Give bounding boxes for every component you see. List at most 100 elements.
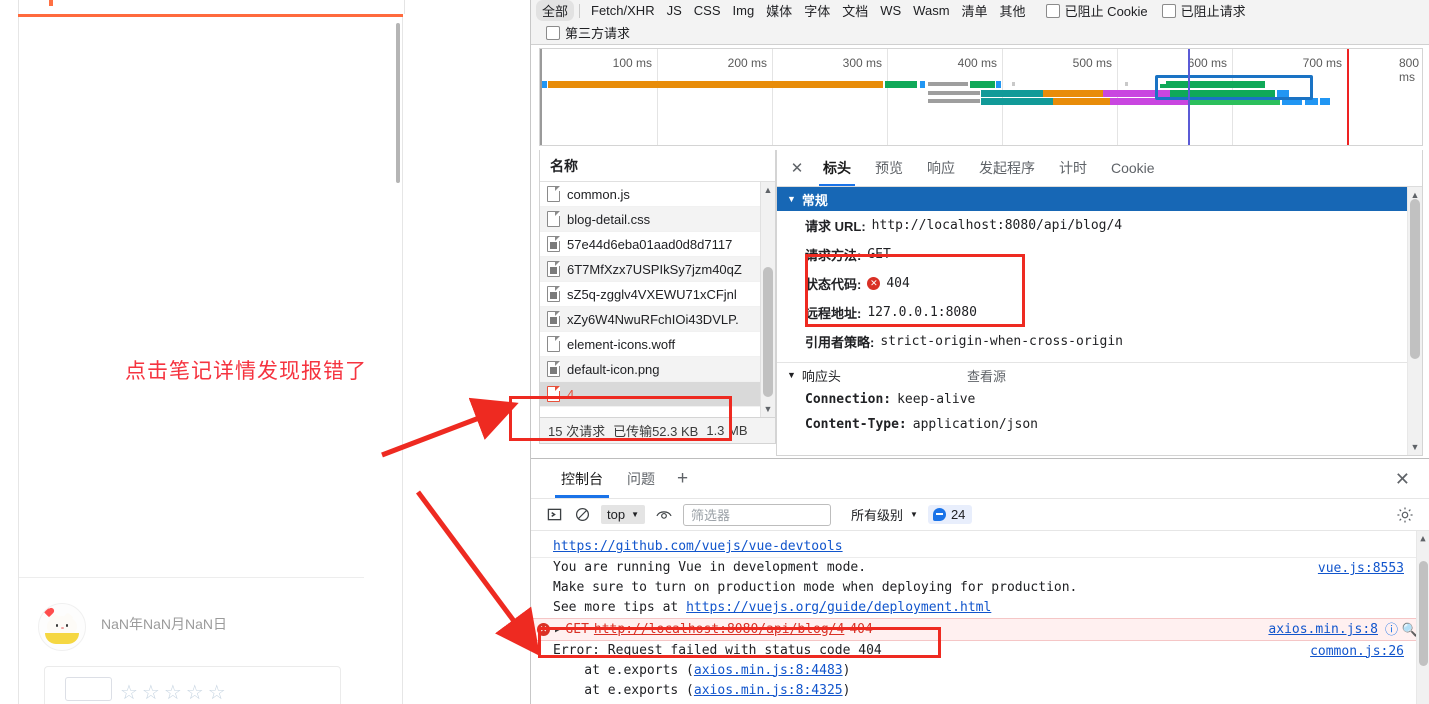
header-row-request-url: 请求 URL: http://localhost:8080/api/blog/4 — [777, 211, 1422, 240]
network-filter-ws[interactable]: WS — [874, 2, 907, 19]
table-row[interactable]: sZ5q-zgglv4VXEWU71xCFjnl — [540, 282, 775, 307]
detail-tab-strip: ✕ 标头 预览 响应 发起程序 计时 Cookie — [777, 150, 1422, 187]
log-url[interactable]: http://localhost:8080/api/blog/4 — [594, 621, 844, 639]
header-key: Connection: — [805, 392, 892, 407]
network-request-list[interactable]: 名称 common.js blog-detail.css 57e44d6eba0… — [539, 150, 776, 418]
network-filter-doc[interactable]: 文档 — [836, 0, 874, 21]
context-selector[interactable]: top ▼ — [601, 505, 645, 524]
table-row[interactable]: common.js — [540, 182, 775, 207]
rating-box: ☆☆☆☆☆ — [44, 666, 341, 704]
scroll-down-icon[interactable]: ▼ — [762, 403, 774, 415]
scrollbar-thumb[interactable] — [1419, 561, 1428, 666]
message-count: 24 — [950, 507, 966, 522]
tab-headers[interactable]: 标头 — [811, 150, 863, 186]
tab-initiator[interactable]: 发起程序 — [967, 150, 1047, 186]
header-value: application/json — [912, 417, 1038, 432]
console-scrollbar[interactable]: ▲ — [1416, 531, 1429, 704]
header-value: 127.0.0.1:8080 — [867, 305, 977, 320]
scrollbar-thumb[interactable] — [1410, 199, 1420, 359]
tab-cookie[interactable]: Cookie — [1099, 150, 1167, 186]
blocked-cookies-checkbox[interactable]: 已阻止 Cookie — [1045, 1, 1148, 20]
live-expression-icon[interactable] — [655, 506, 673, 524]
scrollbar-thumb[interactable] — [763, 267, 773, 397]
network-overview-timeline[interactable]: 100 ms 200 ms 300 ms 400 ms 500 ms 600 m… — [539, 48, 1423, 146]
tab-console[interactable]: 控制台 — [549, 459, 615, 498]
log-source-link[interactable]: axios.min.js:8 — [1268, 621, 1378, 639]
general-section-header[interactable]: ▼ 常规 — [777, 187, 1422, 211]
close-drawer-icon[interactable]: ✕ — [1395, 469, 1410, 490]
network-filter-media[interactable]: 媒体 — [760, 0, 798, 21]
request-list-scrollbar[interactable]: ▲ ▼ — [760, 182, 775, 417]
network-filter-all[interactable]: 全部 — [536, 0, 575, 21]
deployment-link[interactable]: https://vuejs.org/guide/deployment.html — [686, 600, 991, 615]
console-filter-input[interactable]: 筛选器 — [683, 503, 831, 526]
network-filter-manifest[interactable]: 清单 — [956, 0, 994, 21]
request-name: default-icon.png — [567, 361, 660, 377]
clear-console-icon[interactable] — [573, 506, 591, 524]
timeline-tick-800ms: 800 ms — [1398, 56, 1419, 84]
request-name: 4 — [567, 386, 575, 402]
annotation-text: 点击笔记详情发现报错了 — [125, 360, 367, 383]
header-value: 404 — [886, 276, 910, 291]
tab-response[interactable]: 响应 — [915, 150, 967, 186]
devtools-link[interactable]: https://github.com/vuejs/vue-devtools — [553, 539, 843, 554]
blocked-requests-checkbox[interactable]: 已阻止请求 — [1161, 1, 1246, 20]
third-party-checkbox[interactable]: 第三方请求 — [546, 23, 630, 42]
network-filter-js[interactable]: JS — [661, 2, 688, 19]
log-source-link[interactable]: vue.js:8553 — [1318, 560, 1404, 578]
header-key: 状态代码: — [805, 277, 862, 292]
log-row-error[interactable]: ✕ ▶ GET http://localhost:8080/api/blog/4… — [531, 618, 1429, 641]
console-log-area[interactable]: https://github.com/vuejs/vue-devtools Yo… — [531, 531, 1429, 704]
expand-triangle-icon[interactable]: ▶ — [555, 621, 560, 639]
table-row-selected[interactable]: 4 — [540, 382, 775, 407]
checkbox-icon[interactable] — [1045, 3, 1060, 18]
log-source-link[interactable]: common.js:26 — [1310, 643, 1404, 661]
table-row[interactable]: 57e44d6eba01aad0d8d7117 — [540, 232, 775, 257]
request-list-header: 名称 — [540, 150, 775, 182]
log-row[interactable]: https://github.com/vuejs/vue-devtools — [531, 537, 1429, 557]
detail-scrollbar[interactable]: ▲ ▼ — [1407, 187, 1422, 455]
image-file-icon — [547, 361, 560, 377]
network-filter-wasm[interactable]: Wasm — [907, 2, 955, 19]
info-icon[interactable]: ⓘ — [1385, 622, 1398, 640]
tab-issues[interactable]: 问题 — [615, 459, 667, 498]
sidebar-toggle-icon[interactable] — [545, 506, 563, 524]
stack-link-2[interactable]: axios.min.js:8:4325 — [694, 683, 843, 698]
network-filter-font[interactable]: 字体 — [798, 0, 836, 21]
network-filter-fetchxhr[interactable]: Fetch/XHR — [585, 2, 661, 19]
table-row[interactable]: element-icons.woff — [540, 332, 775, 357]
close-icon[interactable]: ✕ — [783, 154, 811, 182]
log-level-selector[interactable]: 所有级别 ▼ — [851, 505, 918, 524]
request-name: sZ5q-zgglv4VXEWU71xCFjnl — [567, 286, 737, 302]
error-icon: ✕ — [867, 277, 881, 290]
scroll-up-icon[interactable]: ▲ — [1417, 533, 1429, 545]
table-row[interactable]: default-icon.png — [540, 357, 775, 382]
gear-icon[interactable] — [1396, 506, 1414, 524]
response-headers-section[interactable]: ▼ 响应头 查看源 — [777, 363, 1422, 387]
checkbox-icon[interactable] — [1161, 3, 1176, 18]
network-filter-css[interactable]: CSS — [688, 2, 727, 19]
view-source-link[interactable]: 查看源 — [967, 366, 1006, 385]
stack-link-1[interactable]: axios.min.js:8:4483 — [694, 663, 843, 678]
table-row[interactable]: xZy6W4NwuRFchIOi43DVLP. — [540, 307, 775, 332]
rating-input[interactable] — [65, 677, 112, 701]
scroll-down-icon[interactable]: ▼ — [1409, 441, 1421, 453]
log-line-2: Make sure to turn on production mode whe… — [553, 580, 1078, 595]
star-rating-icon[interactable]: ☆☆☆☆☆ — [120, 680, 230, 704]
add-tab-icon[interactable]: + — [677, 468, 688, 490]
network-filter-other[interactable]: 其他 — [994, 0, 1032, 21]
header-key: Content-Type: — [805, 417, 907, 432]
table-row[interactable]: blog-detail.css — [540, 207, 775, 232]
scroll-up-icon[interactable]: ▲ — [762, 184, 774, 196]
tab-preview[interactable]: 预览 — [863, 150, 915, 186]
page-scrollbar[interactable] — [396, 23, 400, 183]
message-count-badge[interactable]: 24 — [927, 505, 973, 524]
table-row[interactable]: 6T7MfXzx7USPIkSy7jzm40qZ — [540, 257, 775, 282]
log-method: GET — [565, 621, 589, 637]
checkbox-icon[interactable] — [546, 25, 560, 40]
header-key: 远程地址: — [805, 306, 862, 321]
request-name: xZy6W4NwuRFchIOi43DVLP. — [567, 311, 739, 327]
network-filter-img[interactable]: Img — [727, 2, 761, 19]
timeline-tick-200ms: 200 ms — [727, 56, 767, 70]
tab-timing[interactable]: 计时 — [1047, 150, 1099, 186]
